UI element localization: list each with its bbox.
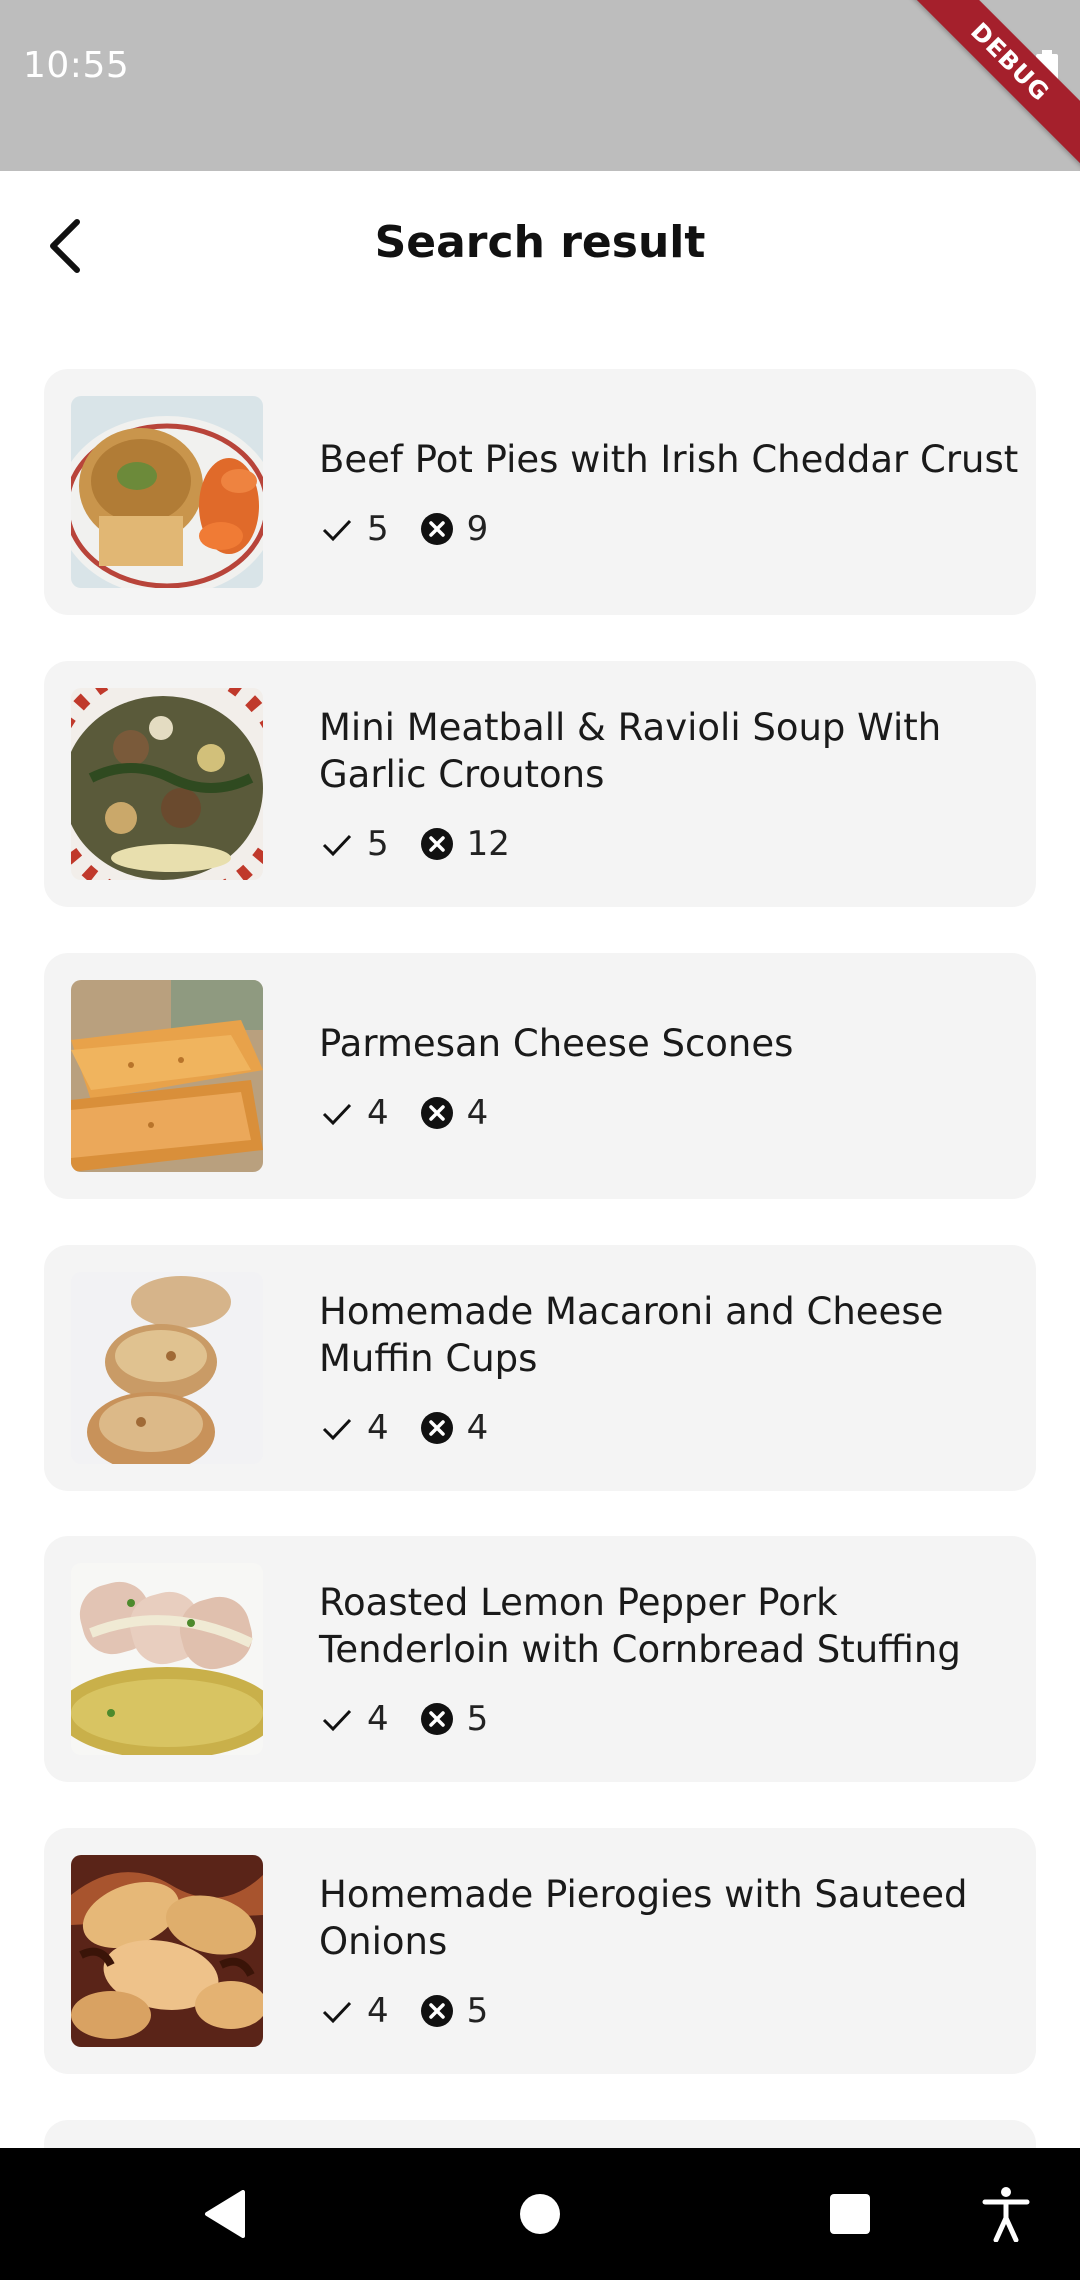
nav-back-icon (205, 2190, 245, 2238)
app-bar: Search result (0, 171, 1080, 321)
nav-recents-icon (830, 2194, 870, 2234)
recipe-stats: 5 12 (319, 824, 1019, 864)
recipe-card[interactable]: Homemade Pierogies with Sauteed Onions 4… (44, 1828, 1036, 2074)
check-icon (319, 1701, 355, 1737)
pork-tenderloin-photo (71, 1563, 263, 1755)
recipe-title: Beef Pot Pies with Irish Cheddar Crust (319, 437, 1019, 481)
cancel-circle-icon (419, 1701, 455, 1737)
status-bar: 10:55 DEBUG (0, 0, 1080, 177)
mac-cheese-cups-photo (71, 1272, 263, 1464)
recipe-stats: 4 4 (319, 1408, 1019, 1448)
recipe-title: Roasted Lemon Pepper Pork Tenderloin wit… (319, 1581, 961, 1671)
check-icon (319, 1095, 355, 1131)
nav-back-button[interactable] (187, 2176, 263, 2252)
check-icon (319, 826, 355, 862)
cancel-circle-icon (419, 826, 455, 862)
nav-recents-button[interactable] (812, 2176, 888, 2252)
cancel-circle-icon (419, 511, 455, 547)
dislikes-count: 4 (466, 1408, 489, 1448)
recipe-stats: 4 5 (319, 1699, 1019, 1739)
dislikes-count: 12 (466, 824, 510, 864)
recipe-card[interactable]: Beef Pot Pies with Irish Cheddar Crust 5… (44, 369, 1036, 615)
scones-photo (71, 980, 263, 1172)
recipe-stats: 4 4 (319, 1093, 1019, 1133)
accessibility-button[interactable] (968, 2176, 1044, 2252)
meatball-soup-photo (71, 688, 263, 880)
nav-home-icon (520, 2194, 560, 2234)
cancel-circle-icon (419, 1993, 455, 2029)
status-time: 10:55 (23, 45, 130, 86)
recipe-card[interactable]: Parmesan Cheese Scones 4 4 (44, 953, 1036, 1199)
accessibility-icon (982, 2187, 1030, 2242)
page-title: Search result (374, 217, 706, 268)
system-nav-bar (0, 2148, 1080, 2280)
dislikes-count: 5 (466, 1991, 489, 2031)
likes-count: 4 (367, 1092, 389, 1133)
recipe-card[interactable]: Mini Meatball & Ravioli Soup With Garlic… (44, 661, 1036, 907)
recipe-stats: 5 9 (319, 509, 1019, 549)
nav-home-button[interactable] (502, 2176, 578, 2252)
likes-count: 5 (367, 508, 389, 549)
recipe-title: Homemade Macaroni and Cheese Muffin Cups (319, 1290, 944, 1380)
recipe-card[interactable]: Roasted Lemon Pepper Pork Tenderloin wit… (44, 1536, 1036, 1782)
cancel-circle-icon (419, 1095, 455, 1131)
dislikes-count: 4 (466, 1092, 489, 1133)
recipe-stats: 4 5 (319, 1991, 1019, 2031)
likes-count: 4 (367, 1991, 389, 2031)
check-icon (319, 511, 355, 547)
recipe-title: Mini Meatball & Ravioli Soup With Garlic… (319, 706, 942, 796)
pierogies-photo (71, 1855, 263, 2047)
check-icon (319, 1993, 355, 2029)
check-icon (319, 1410, 355, 1446)
app-screen: 10:55 DEBUG Search result Beef Pot Pies … (0, 0, 1080, 2280)
cancel-circle-icon (419, 1410, 455, 1446)
debug-banner: DEBUG (895, 0, 1080, 177)
recipe-title: Homemade Pierogies with Sauteed Onions (319, 1873, 968, 1963)
likes-count: 5 (367, 824, 389, 864)
recipe-card[interactable]: Homemade Macaroni and Cheese Muffin Cups… (44, 1245, 1036, 1491)
dislikes-count: 5 (466, 1699, 489, 1739)
likes-count: 4 (367, 1699, 389, 1739)
pot-pie-photo (71, 396, 263, 588)
likes-count: 4 (367, 1408, 389, 1448)
dislikes-count: 9 (466, 508, 489, 549)
recipe-title: Parmesan Cheese Scones (319, 1021, 794, 1065)
